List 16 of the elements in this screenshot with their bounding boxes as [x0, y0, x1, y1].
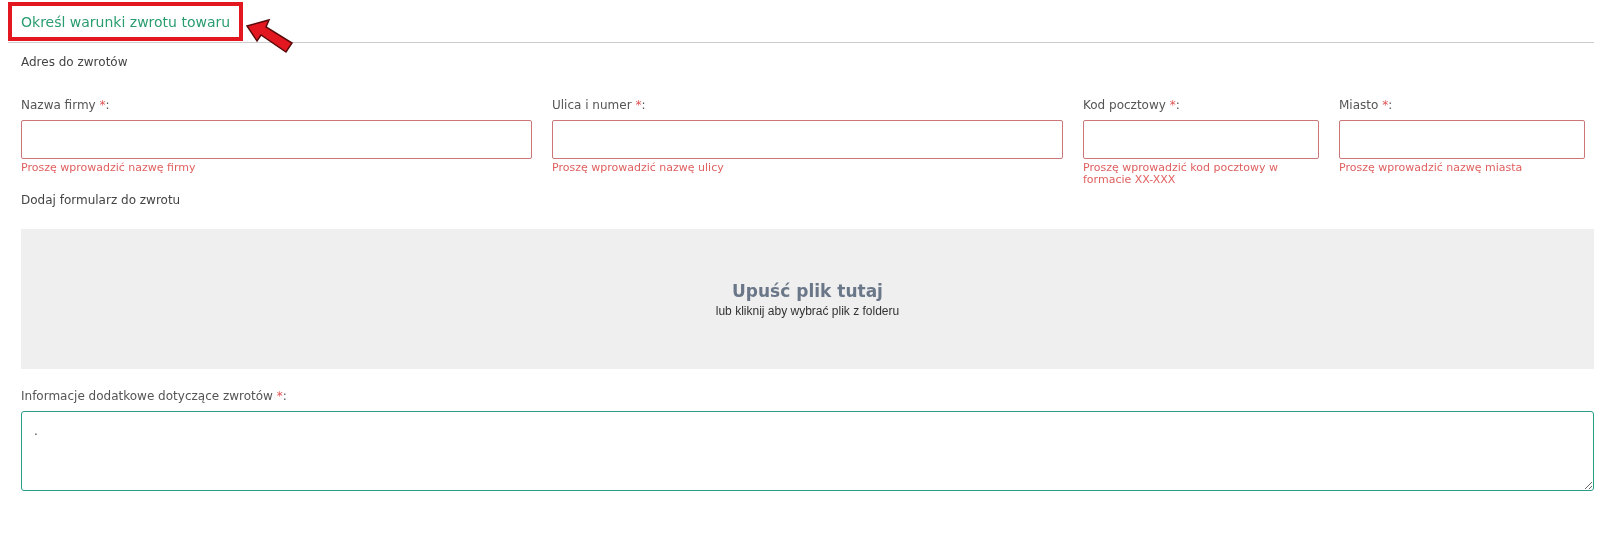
field-label: Ulica i numer *: [552, 98, 647, 112]
field-label: Nazwa firmy *: [21, 98, 111, 112]
error-message: Proszę wprowadzić nazwę ulicy [552, 162, 725, 176]
drop-hint: lub kliknij aby wybrać plik z folderu [715, 303, 900, 318]
field-label: Miasto *: [1339, 98, 1394, 112]
drop-title: Upuść plik tutaj [732, 280, 883, 301]
error-message: Proszę wprowadzić kod pocztowy w formacie XX-XXX [1083, 162, 1280, 186]
section-subtitle: Adres do zwrotów [21, 55, 129, 69]
field-label: Kod pocztowy *: [1083, 98, 1181, 112]
section-subtitle: Dodaj formularz do zwrotu [21, 193, 182, 208]
section-title: Określ warunki zwrotu towaru [8, 2, 244, 41]
text-area[interactable]: . [21, 411, 1594, 492]
field-label: Informacje dodatkowe dotyczące zwrotów *: [21, 389, 288, 404]
error-message: Proszę wprowadzić nazwę firmy [21, 162, 197, 176]
error-message: Proszę wprowadzić nazwę miasta [1339, 162, 1524, 176]
file-drop-zone[interactable]: Upuść plik tutaj lub kliknij aby wybrać plik z folderu [21, 229, 1594, 370]
